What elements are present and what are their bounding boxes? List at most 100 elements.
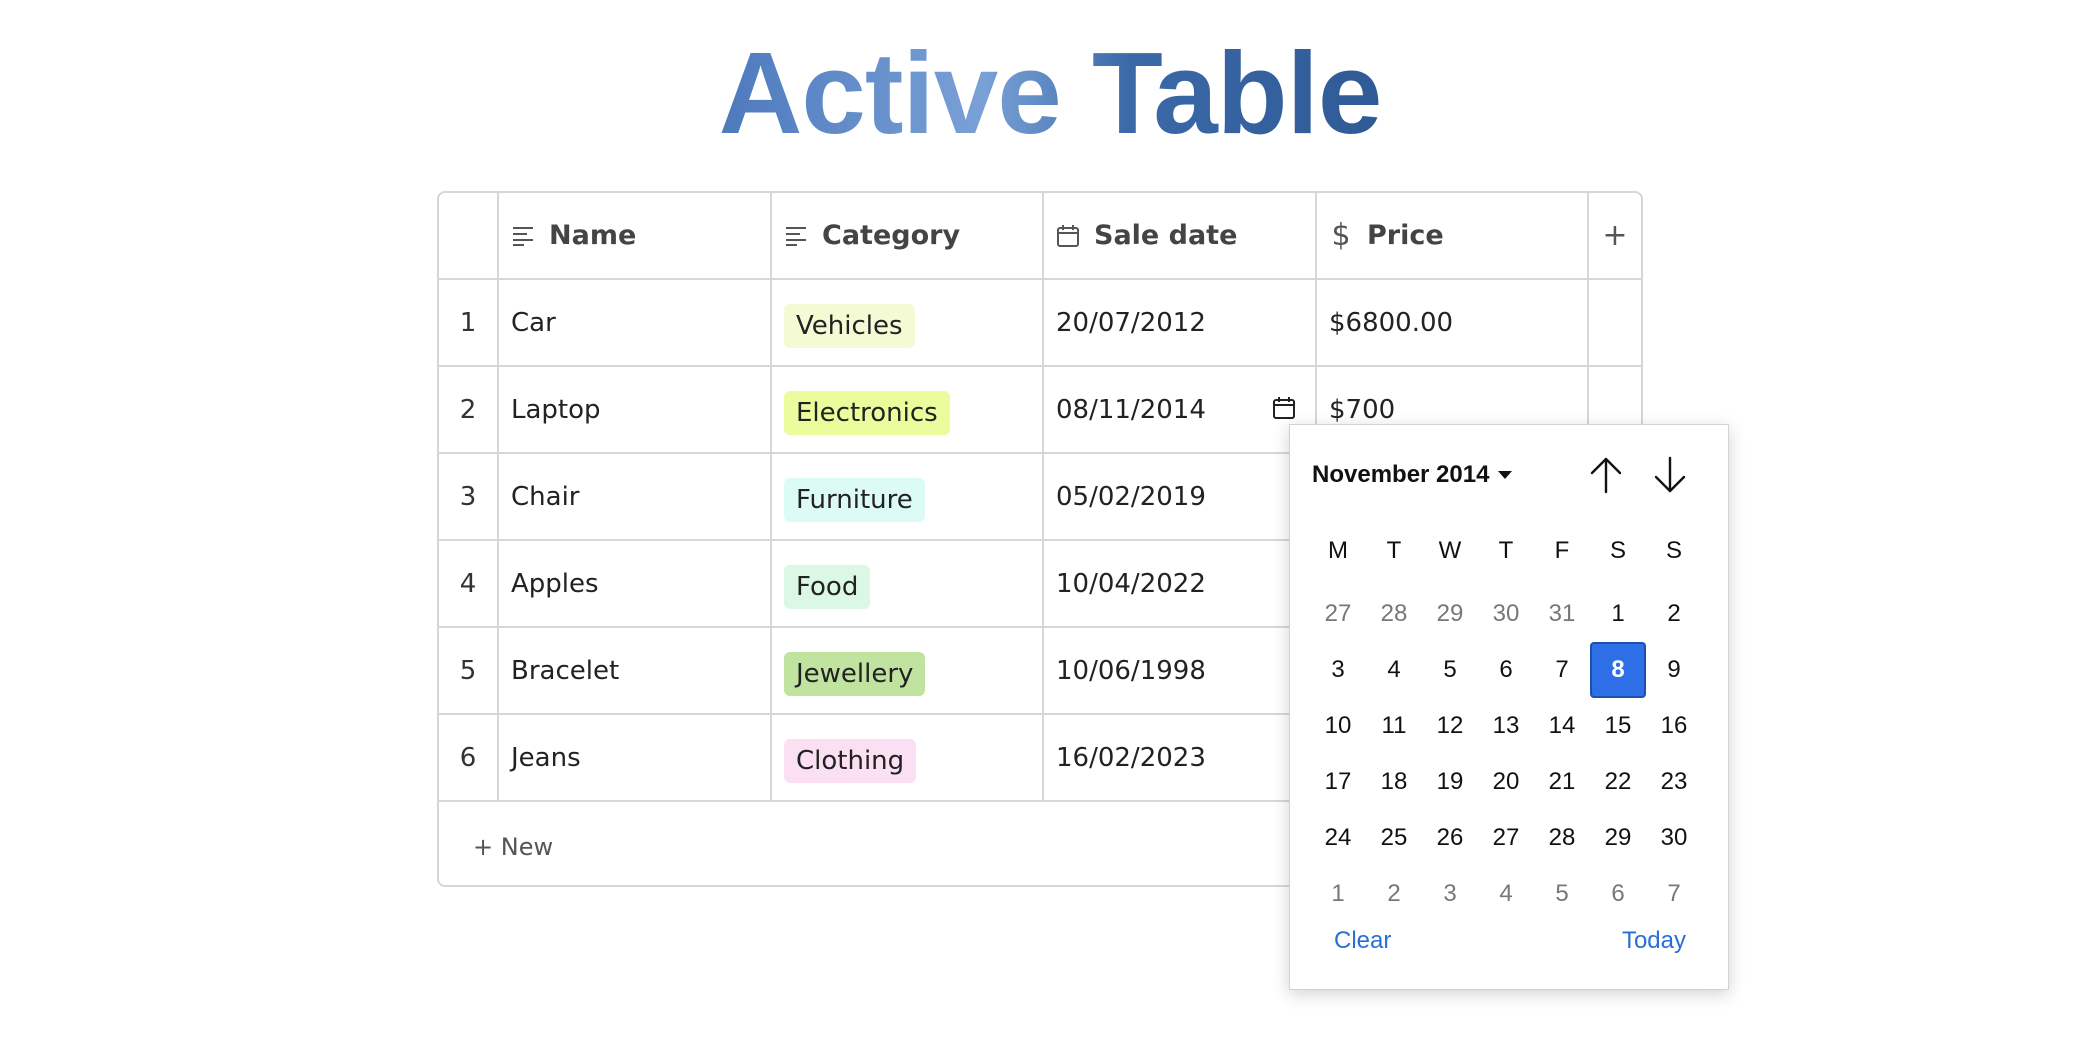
row-index: 2	[439, 367, 499, 452]
sale-date-cell[interactable]: 10/06/1998	[1044, 628, 1317, 713]
sale-date-cell[interactable]: 16/02/2023	[1044, 715, 1317, 800]
calendar-day[interactable]: 5	[1422, 642, 1478, 698]
calendar-day[interactable]: 14	[1534, 698, 1590, 754]
calendar-day[interactable]: 28	[1534, 810, 1590, 866]
today-button[interactable]: Today	[1622, 927, 1686, 955]
column-header-label: Category	[822, 220, 961, 251]
row-index: 1	[439, 280, 499, 365]
page: Active Table Name Category Sale date $ P…	[0, 0, 2100, 1050]
column-header-name[interactable]: Name	[499, 193, 772, 278]
category-tag: Furniture	[784, 477, 925, 522]
name-cell[interactable]: Apples	[499, 541, 772, 626]
weekday-label: F	[1554, 537, 1570, 564]
category-cell[interactable]: Clothing	[772, 715, 1044, 800]
calendar-day[interactable]: 10	[1310, 698, 1366, 754]
calendar-day[interactable]: 9	[1646, 642, 1702, 698]
calendar-day[interactable]: 31	[1534, 586, 1590, 642]
category-cell[interactable]: Electronics	[772, 367, 1044, 452]
calendar-day[interactable]: 1	[1310, 866, 1366, 922]
sale-date-cell[interactable]: 10/04/2022	[1044, 541, 1317, 626]
name-cell[interactable]: Laptop	[499, 367, 772, 452]
name-cell[interactable]: Car	[499, 280, 772, 365]
calendar-icon[interactable]	[1273, 396, 1295, 419]
calendar-day[interactable]: 12	[1422, 698, 1478, 754]
calendar-day[interactable]: 13	[1478, 698, 1534, 754]
column-header-sale-date[interactable]: Sale date	[1044, 193, 1317, 278]
next-month-button[interactable]	[1650, 453, 1690, 497]
arrow-down-icon	[1654, 456, 1686, 493]
row-index: 4	[439, 541, 499, 626]
category-cell[interactable]: Food	[772, 541, 1044, 626]
weekday-label: S	[1609, 537, 1626, 564]
calendar-day[interactable]: 7	[1646, 866, 1702, 922]
weekday-label: T	[1498, 537, 1514, 564]
calendar-week: 10 11 12 13 14 15 16	[1310, 698, 1714, 754]
calendar-day[interactable]: 29	[1590, 810, 1646, 866]
clear-button[interactable]: Clear	[1334, 927, 1391, 955]
price-cell[interactable]: $6800.00	[1317, 280, 1589, 365]
calendar-day[interactable]: 27	[1478, 810, 1534, 866]
calendar-day[interactable]: 16	[1646, 698, 1702, 754]
calendar-day[interactable]: 30	[1478, 586, 1534, 642]
weekday-label: S	[1665, 537, 1682, 564]
selected-day[interactable]: 8	[1590, 642, 1646, 698]
calendar-day[interactable]: 2	[1366, 866, 1422, 922]
calendar-week: 24 25 26 27 28 29 30	[1310, 810, 1714, 866]
month-selector[interactable]: November 2014	[1312, 455, 1513, 495]
category-cell[interactable]: Furniture	[772, 454, 1044, 539]
category-tag: Jewellery	[784, 651, 926, 696]
calendar-day[interactable]: 18	[1366, 754, 1422, 810]
column-header-price[interactable]: $ Price	[1317, 193, 1589, 278]
name-cell[interactable]: Chair	[499, 454, 772, 539]
calendar-day[interactable]: 23	[1646, 754, 1702, 810]
add-column-button[interactable]: +	[1589, 193, 1641, 278]
calendar-day[interactable]: 1	[1590, 586, 1646, 642]
calendar-day[interactable]: 7	[1534, 642, 1590, 698]
category-cell[interactable]: Vehicles	[772, 280, 1044, 365]
calendar-day[interactable]: 11	[1366, 698, 1422, 754]
calendar-day[interactable]: 4	[1478, 866, 1534, 922]
calendar-day[interactable]: 19	[1422, 754, 1478, 810]
arrow-up-icon	[1590, 457, 1622, 494]
page-title: Active Table	[718, 28, 1383, 158]
calendar-day[interactable]: 21	[1534, 754, 1590, 810]
weekday-label: T	[1386, 537, 1402, 564]
column-header-label: Price	[1367, 220, 1444, 251]
calendar-day[interactable]: 5	[1534, 866, 1590, 922]
calendar-day[interactable]: 26	[1422, 810, 1478, 866]
name-cell[interactable]: Jeans	[499, 715, 772, 800]
row-index: 3	[439, 454, 499, 539]
calendar-icon	[1056, 224, 1080, 248]
calendar-day[interactable]: 3	[1310, 642, 1366, 698]
category-tag: Food	[784, 564, 871, 609]
calendar-day[interactable]: 28	[1366, 586, 1422, 642]
calendar-day[interactable]: 2	[1646, 586, 1702, 642]
calendar-day[interactable]: 20	[1478, 754, 1534, 810]
category-tag: Electronics	[784, 390, 950, 435]
calendar-day[interactable]: 6	[1590, 866, 1646, 922]
calendar-day[interactable]: 29	[1422, 586, 1478, 642]
calendar-day[interactable]: 3	[1422, 866, 1478, 922]
calendar-day[interactable]: 15	[1590, 698, 1646, 754]
calendar-day[interactable]: 27	[1310, 586, 1366, 642]
calendar-day[interactable]: 22	[1590, 754, 1646, 810]
category-cell[interactable]: Jewellery	[772, 628, 1044, 713]
previous-month-button[interactable]	[1586, 453, 1626, 497]
text-lines-icon	[784, 224, 808, 248]
calendar-day[interactable]: 24	[1310, 810, 1366, 866]
calendar-day[interactable]: 17	[1310, 754, 1366, 810]
calendar-day[interactable]: 6	[1478, 642, 1534, 698]
calendar-day[interactable]: 30	[1646, 810, 1702, 866]
column-header-category[interactable]: Category	[772, 193, 1044, 278]
name-cell[interactable]: Bracelet	[499, 628, 772, 713]
calendar-day[interactable]: 25	[1366, 810, 1422, 866]
calendar-week: 3456789	[1310, 642, 1714, 698]
text-lines-icon	[511, 224, 535, 248]
dollar-icon: $	[1331, 218, 1351, 253]
sale-date-cell[interactable]: 20/07/2012	[1044, 280, 1317, 365]
sale-date-value: 20/07/2012	[1056, 307, 1206, 338]
calendar-day[interactable]: 4	[1366, 642, 1422, 698]
sale-date-cell[interactable]: 05/02/2019	[1044, 454, 1317, 539]
weekday-label: M	[1328, 537, 1348, 564]
sale-date-cell[interactable]: 08/11/2014	[1044, 367, 1317, 452]
